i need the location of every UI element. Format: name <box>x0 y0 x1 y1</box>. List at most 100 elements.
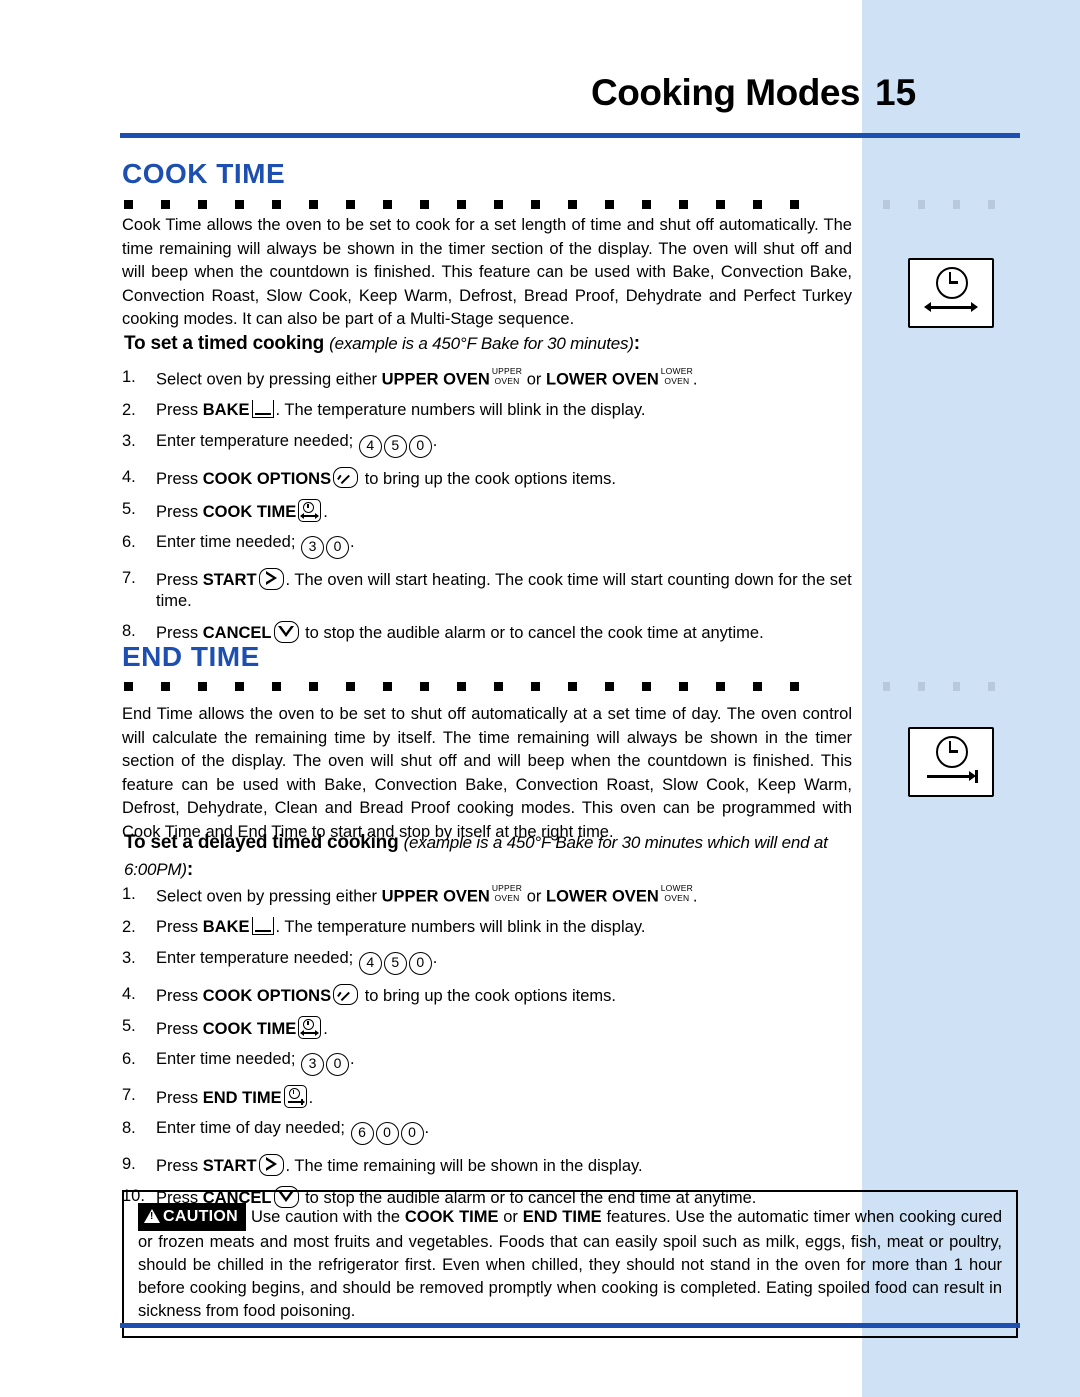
end-time-subheading: To set a delayed timed cooking (example … <box>124 829 864 883</box>
cook-time-subheading-colon: : <box>633 333 640 354</box>
step-text-part: Select oven by pressing either <box>156 887 382 906</box>
cook-time-subheading: To set a timed cooking (example is a 450… <box>124 333 884 355</box>
button-cook-options: COOK OPTIONS <box>202 986 332 1005</box>
section-heading-end-time: END TIME <box>122 641 260 672</box>
button-start: START <box>202 570 257 589</box>
digit-key: 3 <box>301 535 325 559</box>
step-text: Enter time needed; 30. <box>156 532 862 559</box>
step-number: 2. <box>122 400 136 419</box>
step-item: 6. Enter time needed; 30. <box>122 1049 862 1076</box>
start-icon <box>258 1153 284 1176</box>
step-text-part: Press <box>156 502 203 521</box>
caution-text-part: or <box>498 1208 523 1226</box>
dot-rule-cook-time <box>124 200 844 212</box>
cancel-icon <box>273 620 299 643</box>
step-item: 1. Select oven by pressing either UPPER … <box>122 883 862 908</box>
step-item: 9. Press START . The time remaining will … <box>122 1153 862 1177</box>
digit-key: 0 <box>326 1052 350 1076</box>
step-item: 7. Press END TIME. <box>122 1084 862 1109</box>
step-number: 4. <box>122 467 136 486</box>
button-end-time: END TIME <box>202 1088 282 1107</box>
button-lower-oven: LOWER OVEN <box>545 370 659 389</box>
step-text-part: Enter temperature needed; <box>156 431 358 450</box>
manual-page: Cooking Modes 15 COOK TIME Cook Time all… <box>0 0 1080 1397</box>
step-number: 8. <box>122 621 136 640</box>
bake-icon <box>251 916 274 935</box>
button-cook-time: COOK TIME <box>202 1019 297 1038</box>
step-text: Enter temperature needed; 450. <box>156 948 862 975</box>
step-text: Enter temperature needed; 450. <box>156 431 862 458</box>
step-text-part: . The temperature numbers will blink in … <box>275 400 646 419</box>
dot-rule-end-time-light <box>883 682 1023 694</box>
section-heading-cook-time: COOK TIME <box>122 158 286 189</box>
step-number: 1. <box>122 885 136 903</box>
step-item: 3. Enter temperature needed; 450. <box>122 948 862 975</box>
step-number: 7. <box>122 1085 136 1104</box>
cook-time-icon <box>908 258 994 328</box>
step-item: 2. Press BAKE . The temperature numbers w… <box>122 916 862 939</box>
step-text-part: Press <box>156 1019 203 1038</box>
cook-time-steps: 1. Select oven by pressing either UPPER … <box>122 366 862 653</box>
step-text-part: Press <box>156 1156 203 1175</box>
step-text-part: . The time remaining will be shown in th… <box>285 1156 643 1175</box>
caution-cook-time-ref: COOK TIME <box>404 1208 499 1226</box>
header-divider <box>120 133 1020 138</box>
step-item: 8. Enter time of day needed; 600. <box>122 1118 862 1145</box>
end-time-key-icon <box>283 1084 307 1108</box>
start-icon <box>258 567 284 590</box>
step-text-part: . <box>692 370 698 389</box>
step-text-part: to bring up the cook options items. <box>360 986 617 1005</box>
step-text: Press END TIME. <box>156 1084 862 1109</box>
step-text-part: . <box>350 532 355 551</box>
end-time-description: End Time allows the oven to be set to sh… <box>122 705 852 841</box>
step-number: 6. <box>122 1049 136 1068</box>
upper-oven-key-icon: UPPER OVEN <box>491 883 523 903</box>
step-text-part: to stop the audible alarm or to cancel t… <box>300 623 764 642</box>
end-time-subheading-bold: To set a delayed timed cooking <box>124 832 404 853</box>
step-text-part: to bring up the cook options items. <box>360 469 617 488</box>
caution-badge-label: CAUTION <box>163 1208 238 1225</box>
step-text: Press COOK TIME. <box>156 1015 862 1040</box>
step-text-part: Enter time needed; <box>156 532 301 551</box>
caution-text-part: Use caution with the <box>250 1208 405 1226</box>
caution-badge: CAUTION <box>138 1203 246 1231</box>
step-text: Enter time needed; 30. <box>156 1049 862 1076</box>
end-time-icon <box>908 727 994 797</box>
step-text-part: . <box>692 887 698 906</box>
step-number: 5. <box>122 1016 136 1035</box>
button-start: START <box>202 1156 257 1175</box>
step-text-part: Select oven by pressing either <box>156 370 382 389</box>
step-text-part: Press <box>156 570 203 589</box>
step-item: 3. Enter temperature needed; 450. <box>122 431 862 458</box>
footer-divider <box>120 1323 1020 1328</box>
caution-box: CAUTION Use caution with the COOK TIME or… <box>122 1190 1018 1338</box>
digit-key: 4 <box>358 951 382 975</box>
step-number: 4. <box>122 984 136 1003</box>
step-number: 3. <box>122 948 136 967</box>
digit-key: 0 <box>408 434 432 458</box>
step-text-part: Press <box>156 986 203 1005</box>
step-text: Press START. The oven will start heating… <box>156 567 862 612</box>
button-bake: BAKE <box>202 917 250 936</box>
step-text: Select oven by pressing either UPPER OVE… <box>156 883 862 908</box>
page-number: 15 <box>875 72 917 113</box>
dot-rule-end-time <box>124 682 844 694</box>
step-text-part: or <box>522 370 546 389</box>
step-item: 5. Press COOK TIME. <box>122 498 862 523</box>
step-number: 5. <box>122 499 136 518</box>
button-cook-options: COOK OPTIONS <box>202 469 332 488</box>
step-text-part: Press <box>156 623 203 642</box>
bake-icon <box>251 399 274 418</box>
digit-key: 3 <box>301 1052 325 1076</box>
step-text-part: . <box>350 1049 355 1068</box>
step-text: Press CANCEL to stop the audible alarm o… <box>156 620 862 644</box>
step-text: Press START . The time remaining will be … <box>156 1153 862 1177</box>
step-text: Select oven by pressing either UPPER OVE… <box>156 366 862 391</box>
step-text-part: Press <box>156 917 203 936</box>
step-text-part: Enter temperature needed; <box>156 948 358 967</box>
step-item: 5. Press COOK TIME. <box>122 1015 862 1040</box>
step-text-part: Enter time of day needed; <box>156 1118 350 1137</box>
digit-key: 5 <box>383 951 407 975</box>
step-text: Press BAKE . The temperature numbers will… <box>156 916 862 938</box>
button-lower-oven: LOWER OVEN <box>545 887 659 906</box>
